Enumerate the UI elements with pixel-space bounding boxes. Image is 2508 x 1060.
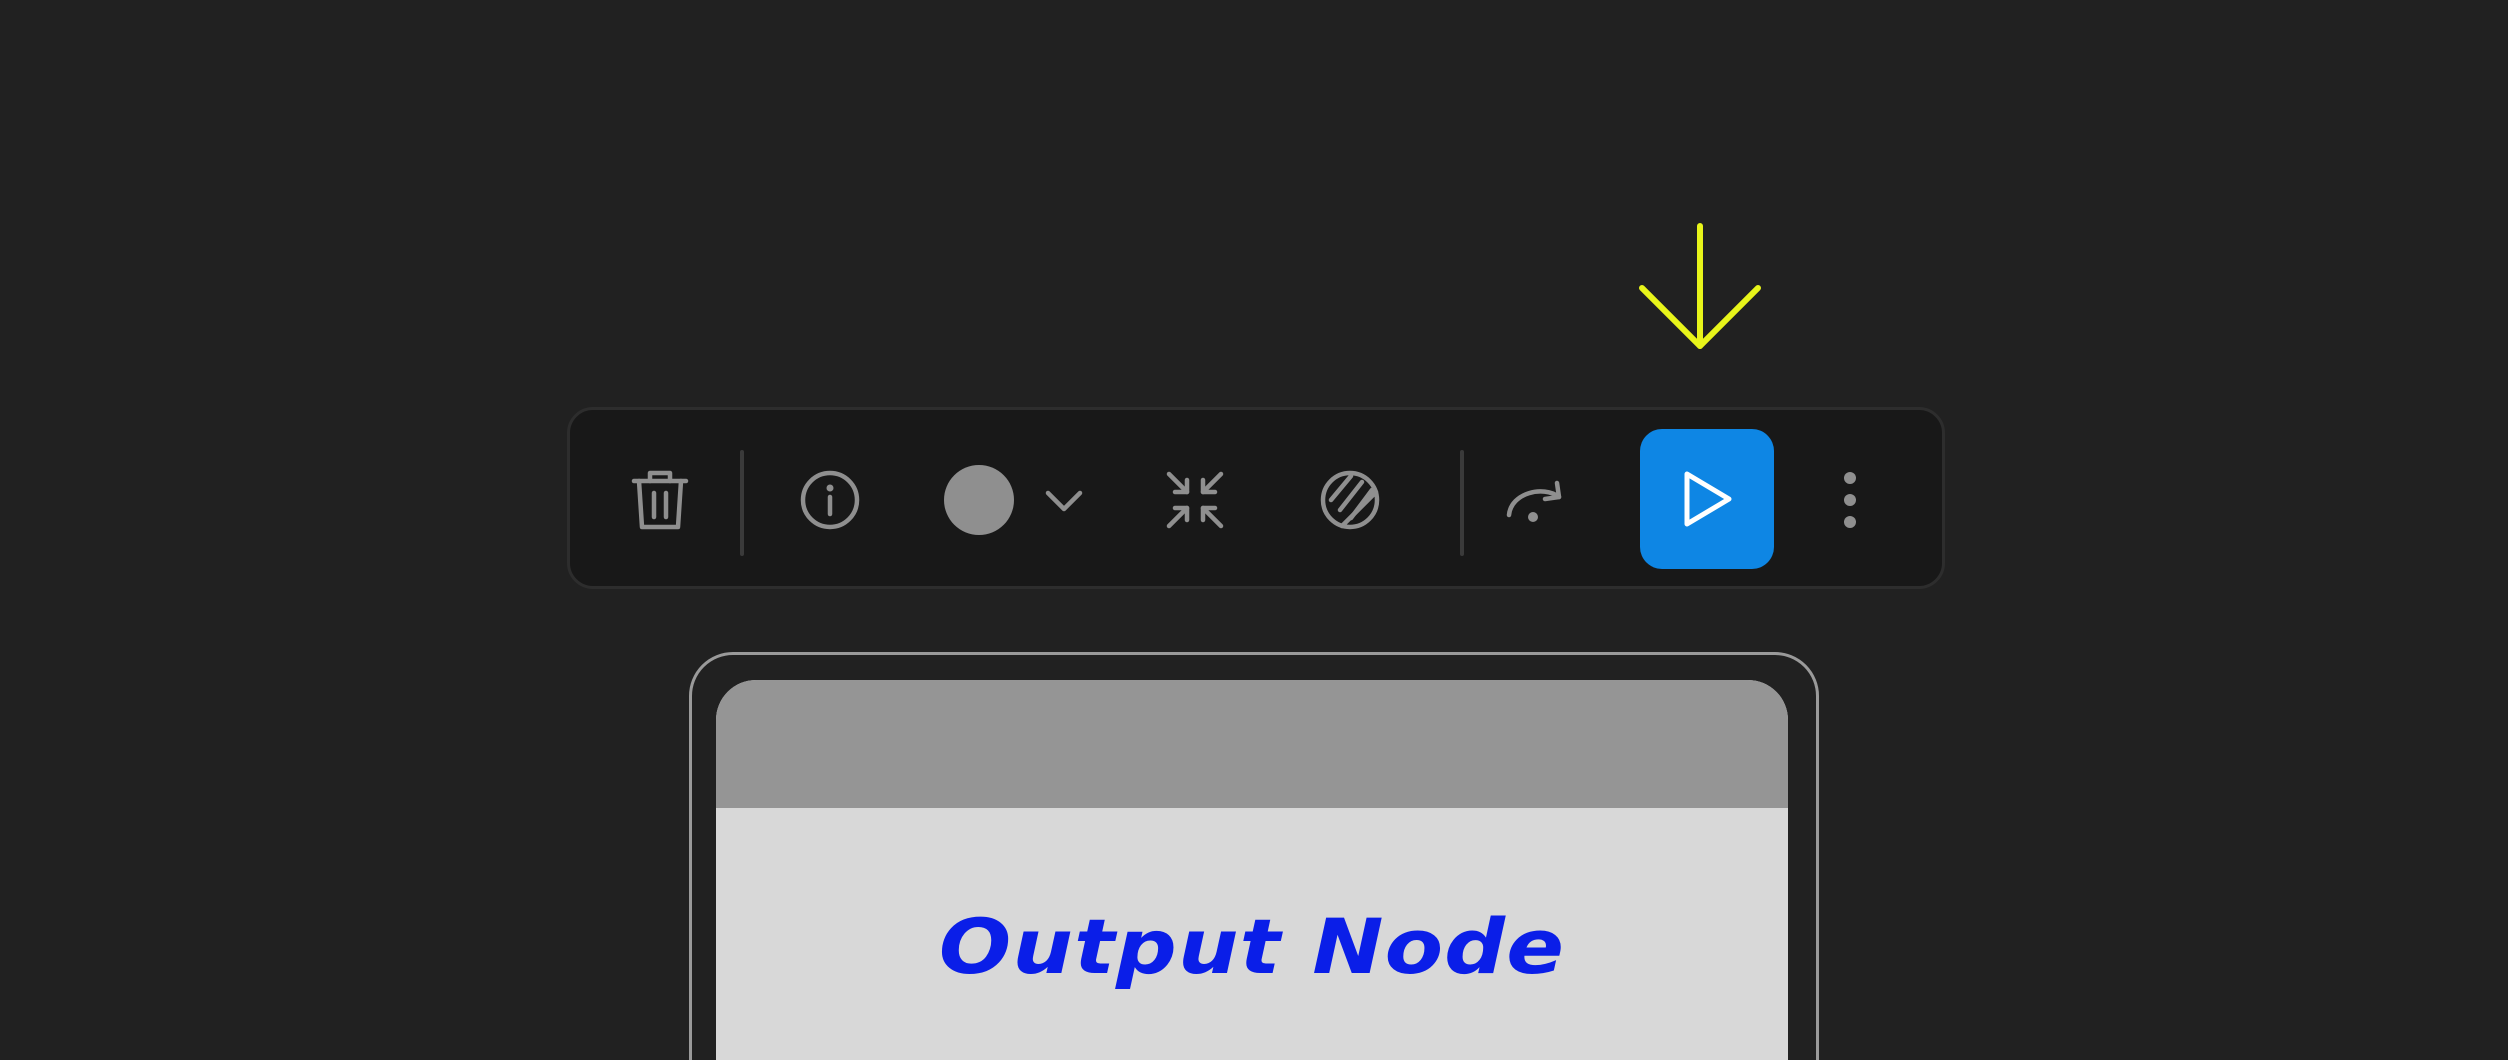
info-icon	[800, 470, 860, 530]
node-header[interactable]	[716, 680, 1788, 808]
collapse-icon	[1166, 471, 1224, 529]
trash-icon	[631, 470, 689, 530]
delete-button[interactable]	[610, 440, 710, 560]
run-button[interactable]	[1640, 429, 1774, 569]
toolbar-divider	[1460, 450, 1464, 556]
bypass-button[interactable]	[1300, 440, 1400, 560]
collapse-button[interactable]	[1145, 440, 1245, 560]
bypass-icon	[1320, 470, 1380, 530]
redo-arrow-icon	[1506, 480, 1562, 522]
play-icon	[1684, 471, 1732, 527]
color-picker-button[interactable]	[940, 440, 1090, 560]
more-vertical-icon	[1844, 472, 1856, 528]
arrow-down-icon	[1639, 223, 1761, 349]
toolbar-divider	[740, 450, 744, 556]
color-swatch-icon	[944, 465, 1014, 535]
info-button[interactable]	[780, 440, 880, 560]
node-toolbar	[567, 407, 1945, 589]
skip-button[interactable]	[1485, 440, 1585, 560]
more-options-button[interactable]	[1810, 440, 1890, 560]
canvas: Output Node	[0, 0, 2508, 1060]
output-node[interactable]: Output Node	[716, 680, 1788, 1060]
node-title: Output Node	[938, 902, 1566, 991]
chevron-down-icon	[1045, 490, 1083, 512]
